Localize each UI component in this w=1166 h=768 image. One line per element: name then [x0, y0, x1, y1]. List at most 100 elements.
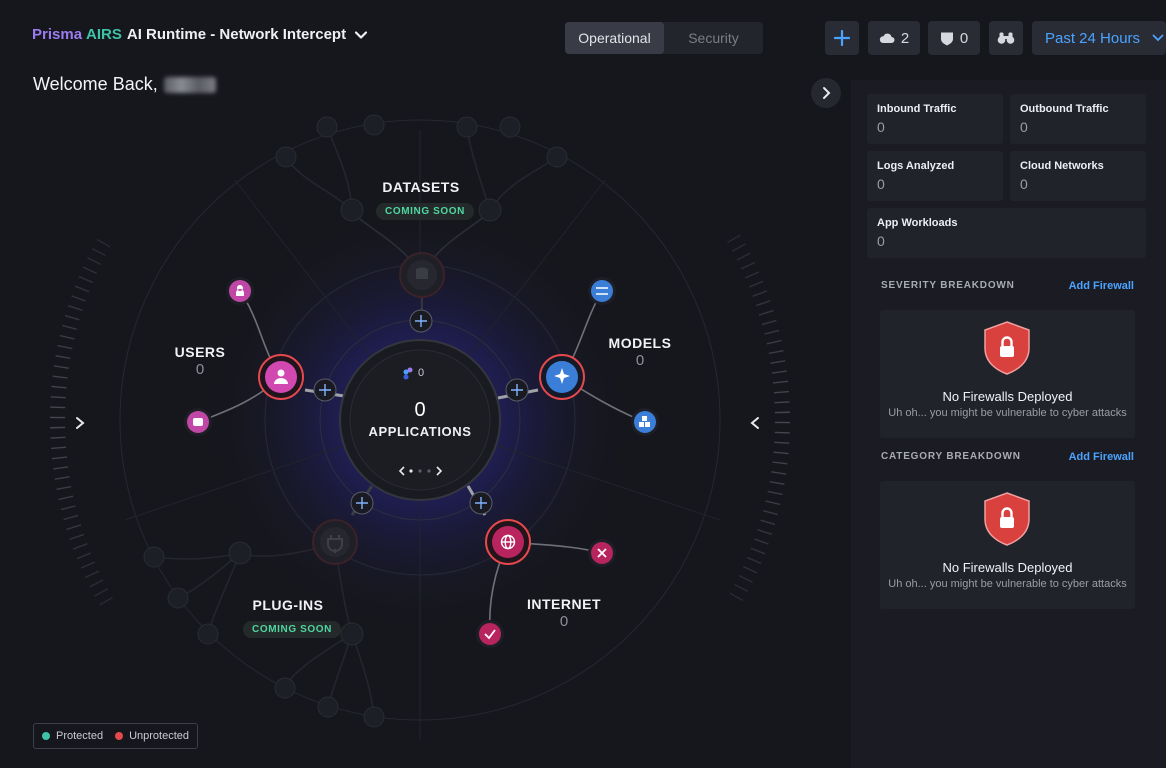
stat-inbound-traffic[interactable]: Inbound Traffic 0 [867, 94, 1003, 144]
tick-mark [55, 355, 71, 360]
category-breakdown-title: CATEGORY BREAKDOWN [881, 451, 1021, 462]
models-label: MODELS [608, 335, 672, 351]
tick-mark [69, 533, 85, 540]
users-label: USERS [174, 344, 226, 360]
users-leaf-bottom[interactable] [184, 408, 212, 436]
tab-operational[interactable]: Operational [565, 22, 664, 54]
view-toggle: Operational Security [565, 22, 763, 54]
stat-value: 0 [877, 233, 885, 249]
tick-mark [71, 295, 86, 302]
tick-mark [731, 243, 746, 252]
tick-mark [774, 441, 790, 444]
brand-airs: AIRS [86, 26, 122, 43]
add-plugins-plus[interactable] [350, 491, 374, 515]
tick-mark [56, 485, 72, 491]
stat-cloud-networks[interactable]: Cloud Networks 0 [1010, 151, 1146, 201]
tick-mark [763, 510, 778, 516]
legend-protected-text: Protected [56, 730, 104, 742]
models-node[interactable] [539, 354, 585, 400]
tick-mark [82, 266, 97, 274]
stat-title: Outbound Traffic [1020, 103, 1109, 115]
severity-add-firewall-link[interactable]: Add Firewall [1069, 280, 1134, 292]
plugins-node[interactable] [312, 519, 358, 565]
tick-mark [760, 519, 776, 526]
stat-logs-analyzed[interactable]: Logs Analyzed 0 [867, 151, 1003, 201]
stat-title: Cloud Networks [1020, 160, 1104, 172]
stat-app-workloads[interactable]: App Workloads 0 [867, 208, 1146, 258]
time-range-select[interactable]: Past 24 Hours [1032, 21, 1166, 55]
legend-unprotected-text: Unprotected [129, 730, 190, 742]
empty-title: No Firewalls Deployed [942, 389, 1073, 404]
tick-mark [740, 261, 756, 270]
add-datasets-plus[interactable] [409, 309, 433, 333]
app-title-text: AI Runtime - Network Intercept [126, 26, 347, 43]
empty-text: Uh oh... you might be vulnerable to cybe… [888, 578, 1127, 590]
tab-security[interactable]: Security [664, 22, 763, 54]
graph-scroll-left-button[interactable] [745, 413, 765, 433]
tick-mark [51, 385, 67, 389]
tick-mark [50, 406, 66, 409]
severity-breakdown-title: SEVERITY BREAKDOWN [881, 280, 1015, 291]
tick-mark [64, 314, 80, 321]
plugins-label: PLUG-INS [252, 597, 324, 613]
internet-leaf-right[interactable] [588, 539, 616, 567]
tick-mark [774, 431, 790, 434]
tick-mark [752, 290, 768, 297]
explore-button[interactable] [989, 21, 1023, 55]
tick-mark [50, 396, 66, 399]
models-leaf-top[interactable] [588, 277, 616, 305]
empty-text: Uh oh... you might be vulnerable to cybe… [888, 407, 1127, 419]
locked-shield-icon [984, 492, 1030, 546]
add-internet-plus[interactable] [469, 491, 493, 515]
internet-node[interactable] [485, 519, 531, 565]
tick-mark [53, 365, 69, 369]
tick-mark [770, 360, 786, 364]
applications-subcount: 0 [418, 367, 425, 379]
stat-title: Inbound Traffic [877, 103, 957, 115]
tick-mark [727, 234, 741, 244]
app-title-dropdown[interactable]: Prisma AIRS AI Runtime - Network Interce… [32, 26, 368, 43]
chevron-right-icon [823, 87, 831, 99]
stat-title: Logs Analyzed [877, 160, 955, 172]
category-add-firewall-link[interactable]: Add Firewall [1069, 451, 1134, 463]
tick-mark [80, 561, 95, 569]
tick-mark [89, 579, 104, 588]
tick-mark [758, 309, 774, 316]
tick-mark [768, 349, 784, 355]
models-leaf-bottom[interactable] [631, 408, 659, 436]
tick-mark [62, 324, 77, 330]
datasets-node[interactable] [399, 252, 445, 298]
tick-mark [78, 275, 94, 284]
add-models-plus[interactable] [505, 378, 529, 402]
legend-unprotected: Unprotected [115, 730, 189, 742]
locked-shield-icon [984, 321, 1030, 375]
tick-mark [755, 300, 771, 307]
firewalls-button[interactable]: 0 [928, 21, 980, 55]
internet-leaf-bottom[interactable] [476, 620, 504, 648]
chevron-right-icon [76, 417, 85, 429]
stat-outbound-traffic[interactable]: Outbound Traffic 0 [1010, 94, 1146, 144]
users-leaf-top[interactable] [226, 277, 254, 305]
add-button[interactable] [825, 21, 859, 55]
stat-value: 0 [877, 176, 885, 192]
header: Prisma AIRS AI Runtime - Network Interce… [0, 0, 1166, 70]
tick-mark [754, 538, 769, 545]
tick-mark [743, 566, 758, 574]
graph-scroll-right-button[interactable] [70, 413, 90, 433]
users-node[interactable] [258, 354, 304, 400]
tick-mark [63, 514, 79, 521]
panel-toggle-button[interactable] [811, 78, 841, 108]
add-users-plus[interactable] [313, 378, 337, 402]
tick-mark [773, 390, 789, 394]
tick-mark [96, 238, 111, 248]
stat-value: 0 [1020, 176, 1028, 192]
time-range-value: Past 24 Hours [1045, 29, 1141, 47]
tick-mark [771, 471, 787, 475]
tick-mark [67, 304, 83, 311]
cloud-networks-button[interactable]: 2 [868, 21, 920, 55]
empty-title: No Firewalls Deployed [942, 560, 1073, 575]
tick-mark [765, 500, 781, 506]
tick-mark [53, 466, 69, 470]
chevron-down-icon [1152, 34, 1164, 42]
models-count: 0 [635, 352, 645, 369]
